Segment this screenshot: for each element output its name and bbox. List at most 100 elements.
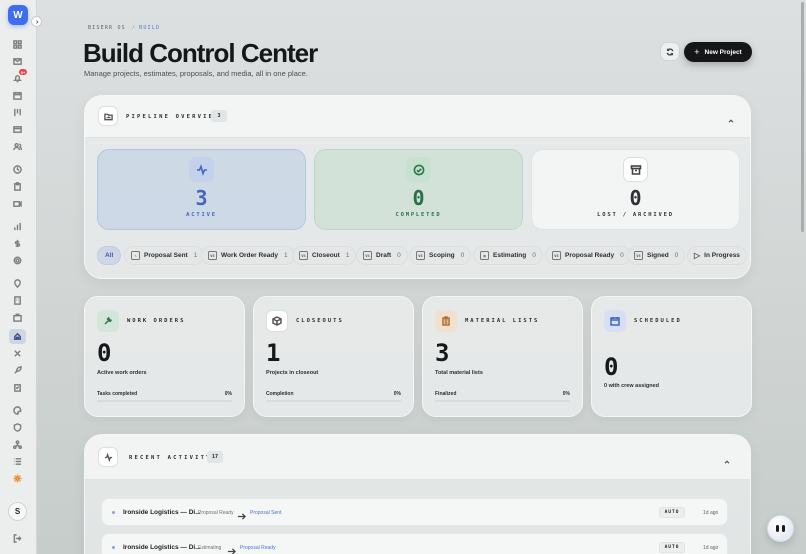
new-project-button[interactable]: + New Project — [684, 42, 752, 62]
user-avatar[interactable]: S — [8, 502, 27, 521]
video-icon[interactable] — [12, 198, 23, 209]
filter-label: Work Order Ready — [221, 252, 278, 259]
stat-subtitle: 0 with crew assigned — [604, 383, 660, 389]
chevron-up-icon[interactable] — [727, 112, 735, 123]
briefcase-icon[interactable] — [12, 312, 23, 323]
breadcrumb-root[interactable]: BISERR OS — [88, 25, 126, 31]
pipeline-header[interactable]: PIPELINE OVERVIEW 3 — [85, 96, 750, 138]
filter-chip-work-order-ready[interactable]: VS Work Order Ready 1 — [201, 246, 295, 265]
summary-card-completed[interactable]: 0 COMPLETED — [314, 149, 523, 230]
filter-chip-proposal-sent[interactable]: ✎ Proposal Sent 1 — [124, 246, 205, 265]
activity-header[interactable]: RECENT ACTIVITY 17 — [85, 435, 750, 480]
tools-icon[interactable] — [12, 348, 23, 359]
activity-title: RECENT ACTIVITY — [129, 455, 212, 461]
card-icon[interactable] — [12, 124, 23, 135]
doc-pen-icon: ✎ — [131, 251, 140, 260]
gear-icon[interactable] — [12, 255, 23, 266]
auto-badge: AUTO — [659, 507, 685, 518]
summary-card-active[interactable]: 3 ACTIVE — [97, 149, 306, 230]
clipboard-icon[interactable] — [12, 181, 23, 192]
filter-chip-in-progress[interactable]: ▷ In Progress — [687, 246, 747, 265]
filter-chip-proposal-ready[interactable]: VS Proposal Ready 0 — [545, 246, 631, 265]
calendar-icon — [604, 310, 626, 332]
filter-chip-closeout[interactable]: VS Closeout 1 — [292, 246, 357, 265]
chip-vs-icon: VS — [634, 251, 643, 260]
calculator-icon: ▦ — [480, 251, 489, 260]
summary-card-lost-archived[interactable]: 0 LOST / ARCHIVED — [531, 149, 740, 230]
wrench-icon — [97, 310, 119, 332]
network-icon[interactable] — [12, 439, 23, 450]
play-icon: ▷ — [694, 251, 701, 260]
dollar-icon[interactable] — [12, 238, 23, 249]
rocket-icon[interactable] — [12, 365, 23, 376]
users-icon[interactable] — [12, 141, 23, 152]
building-icon[interactable] — [12, 295, 23, 306]
activity-icon — [98, 447, 118, 467]
lost-archived-count: 0 — [629, 186, 642, 210]
mail-icon[interactable] — [12, 56, 23, 67]
page-scrollbar[interactable] — [800, 0, 805, 554]
filter-chip-draft[interactable]: VS Draft 0 — [356, 246, 408, 265]
scrollbar-thumb[interactable] — [801, 2, 804, 232]
assistant-eye-icon — [776, 525, 779, 532]
build-icon[interactable] — [9, 329, 26, 344]
plus-icon: + — [694, 46, 700, 57]
archive-icon — [623, 157, 648, 182]
activity-to-status: Proposal Sent — [250, 510, 282, 516]
app-logo[interactable]: W — [8, 5, 28, 25]
filter-count: 0 — [674, 252, 679, 259]
status-dot — [112, 511, 115, 514]
lost-archived-label: LOST / ARCHIVED — [597, 212, 674, 218]
stat-card-scheduled[interactable]: SCHEDULED 0 0 with crew assigned — [591, 296, 752, 417]
pin-icon[interactable] — [12, 278, 23, 289]
sun-icon[interactable] — [12, 473, 23, 484]
palette-icon[interactable] — [12, 405, 23, 416]
stat-card-closeouts[interactable]: CLOSEOUTS 1 Projects in closeout Complet… — [253, 296, 414, 417]
stat-subtitle: Active work orders — [97, 370, 147, 376]
pipeline-overview-panel: PIPELINE OVERVIEW 3 3 ACTIVE 0 COMPLETED… — [84, 95, 751, 279]
activity-row[interactable]: Ironside Logistics — Di... Proposal Read… — [101, 498, 728, 526]
pipeline-filter-bar: All ✎ Proposal Sent 1 VS Work Order Ready 1 … — [97, 246, 750, 266]
shield-icon[interactable] — [12, 422, 23, 433]
checklist-icon[interactable] — [12, 382, 23, 393]
recent-activity-panel: RECENT ACTIVITY 17 Ironside Logistics — … — [84, 434, 751, 554]
sidebar: W 9+ S — [0, 0, 37, 554]
refresh-button[interactable] — [660, 42, 680, 61]
clipboard-list-icon — [435, 310, 457, 332]
filter-count: 0 — [532, 252, 536, 259]
progress-percent: 0% — [393, 391, 401, 397]
board-icon[interactable] — [12, 107, 23, 118]
activity-row[interactable]: Ironside Logistics — Di... Estimating Pr… — [101, 533, 728, 554]
sidebar-collapse-button[interactable] — [31, 16, 42, 27]
new-project-label: New Project — [704, 48, 742, 56]
stat-card-material-lists[interactable]: MATERIAL LISTS 3 Total material lists Fi… — [422, 296, 583, 417]
folder-chart-icon — [98, 106, 118, 126]
progress-bar — [435, 400, 570, 402]
stat-subtitle: Projects in closeout — [266, 370, 319, 376]
clock-icon[interactable] — [12, 164, 23, 175]
assistant-bubble[interactable] — [767, 515, 794, 542]
calendar-icon[interactable] — [12, 90, 23, 101]
notification-badge: 9+ — [19, 69, 27, 75]
stat-card-work-orders[interactable]: WORK ORDERS 0 Active work orders Tasks c… — [84, 296, 245, 417]
chart-icon[interactable] — [12, 221, 23, 232]
pipeline-count: 3 — [211, 110, 227, 122]
filter-label: Closeout — [312, 252, 340, 259]
completed-count: 0 — [412, 186, 425, 210]
stat-title: SCHEDULED — [634, 318, 682, 324]
progress-bar — [266, 400, 401, 402]
completed-label: COMPLETED — [395, 212, 442, 218]
filter-chip-scoping[interactable]: VS Scoping 0 — [409, 246, 472, 265]
page-title: Build Control Center — [83, 38, 318, 68]
list-icon[interactable] — [12, 456, 23, 467]
filter-chip-estimating[interactable]: ▦ Estimating 0 — [473, 246, 543, 265]
filter-label: Scoping — [429, 252, 455, 259]
filter-count: 0 — [620, 252, 624, 259]
grid-icon[interactable] — [12, 39, 23, 50]
filter-chip-signed[interactable]: VS Signed 0 — [627, 246, 686, 265]
box-icon — [266, 310, 288, 332]
chevron-up-icon[interactable] — [723, 453, 731, 464]
progress-percent: 0% — [224, 391, 232, 397]
filter-chip-all[interactable]: All — [97, 246, 122, 265]
logout-icon[interactable] — [12, 533, 23, 544]
